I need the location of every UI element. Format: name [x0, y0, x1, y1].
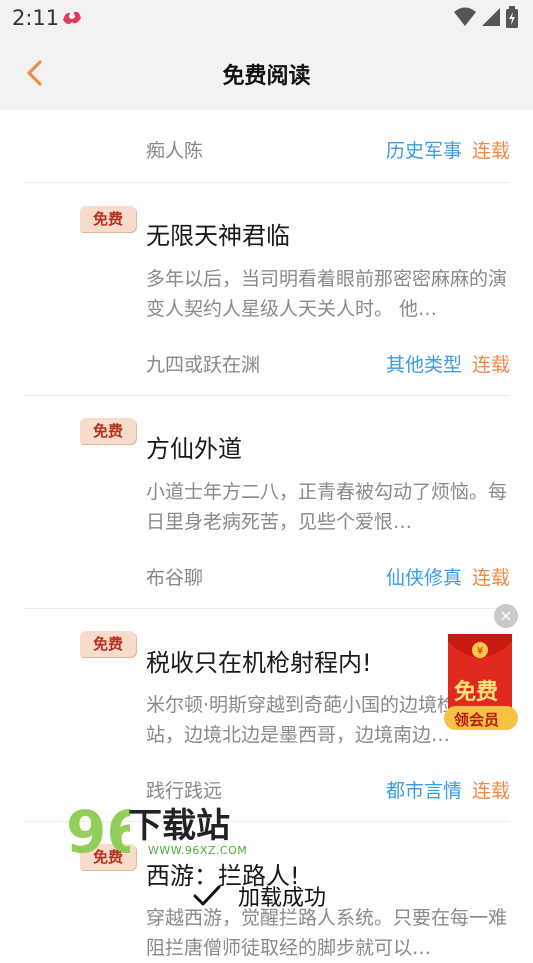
- free-badge: 免费: [80, 418, 136, 444]
- svg-text:¥: ¥: [477, 646, 483, 657]
- list-divider: [24, 608, 510, 609]
- book-meta-row: 痴人陈 历史军事 连载: [146, 134, 510, 164]
- free-badge: 免费: [80, 206, 136, 232]
- load-success-toast: 加载成功: [192, 880, 326, 912]
- toast-text: 加载成功: [238, 886, 327, 911]
- app-notification-icon: [63, 11, 81, 25]
- book-category[interactable]: 历史军事: [386, 136, 462, 163]
- book-description: 小道士年方二八，正青春被勾动了烦恼。每日里身老病死苦，见些个爱恨…: [146, 481, 508, 533]
- svg-text:96: 96: [66, 798, 130, 862]
- status-time: 2:11: [12, 6, 60, 30]
- wifi-icon: [454, 7, 476, 26]
- book-category[interactable]: 都市言情: [386, 776, 462, 803]
- book-title: 无限天神君临: [146, 222, 290, 250]
- book-author: 痴人陈: [146, 139, 204, 162]
- ad-close-button[interactable]: ×: [494, 604, 518, 628]
- battery-icon: [506, 6, 518, 28]
- book-status: 连载: [471, 139, 510, 162]
- book-meta-row: 九四或跃在渊 其他类型 连载: [146, 348, 510, 378]
- status-bar: 2:11: [0, 0, 533, 36]
- book-status: 连载: [471, 779, 510, 802]
- book-status: 连载: [471, 353, 510, 376]
- system-icons: [453, 6, 519, 28]
- watermark-url: WWW.96XZ.COM: [148, 844, 248, 857]
- book-description: 多年以后，当司明看着眼前那密密麻麻的演变人契约人星级人天关人时。 他…: [146, 268, 508, 320]
- book-author: 九四或跃在渊: [146, 353, 261, 376]
- free-badge: 免费: [80, 631, 136, 657]
- book-category[interactable]: 仙侠修真: [386, 563, 462, 590]
- checkmark-icon: [193, 885, 221, 906]
- book-meta-row: 布谷聊 仙侠修真 连载: [146, 561, 510, 591]
- list-divider: [24, 395, 510, 396]
- book-category[interactable]: 其他类型: [386, 350, 462, 377]
- book-description: 穿越西游，觉醒拦路人系统。只要在每一难阻拦唐僧师徒取经的脚步就可以…: [146, 907, 508, 959]
- top-nav-bar: 免费阅读: [0, 36, 533, 110]
- list-divider: [24, 182, 510, 183]
- ad-free-text: 免费: [454, 680, 499, 705]
- book-status: 连载: [471, 566, 510, 589]
- book-title: 方仙外道: [146, 435, 242, 463]
- watermark-brand: 下载站: [128, 806, 230, 846]
- ad-vip-text: 领会员: [454, 711, 500, 729]
- signal-icon: [482, 8, 500, 26]
- book-author: 布谷聊: [146, 566, 204, 589]
- site-watermark: 96 下载站 WWW.96XZ.COM: [66, 798, 266, 868]
- page-title: 免费阅读: [222, 64, 311, 89]
- book-title: 税收只在机枪射程内!: [146, 649, 372, 677]
- free-vip-red-envelope[interactable]: ¥ 免费 领会员: [444, 632, 518, 732]
- watermark-logo-icon: 96: [66, 798, 147, 866]
